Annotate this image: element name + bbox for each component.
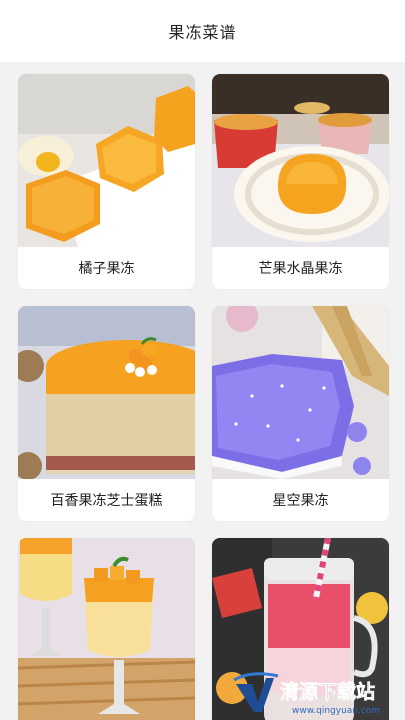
recipe-title: 星空果冻: [272, 493, 329, 509]
recipe-title: 橘子果冻: [78, 261, 135, 277]
page-title: 果冻菜谱: [168, 23, 237, 42]
recipe-card-starry-jelly[interactable]: 星空果冻: [212, 306, 389, 521]
recipe-image: [18, 306, 195, 479]
recipe-card-mango-crystal-jelly[interactable]: 芒果水晶果冻: [212, 74, 389, 289]
recipe-image: [212, 306, 389, 479]
recipe-image: [18, 538, 195, 720]
recipe-title: 百香果冻芝士蛋糕: [50, 493, 163, 509]
recipe-image: [18, 74, 195, 247]
recipe-image: [212, 74, 389, 247]
watermark-url: www.qingyuan.com: [292, 706, 380, 716]
recipe-title: 芒果水晶果冻: [258, 261, 343, 277]
site-watermark: 清源下载站 www.qingyuan.com: [232, 668, 402, 718]
recipe-grid: 橘子果冻 芒果水晶果冻 百香果冻芝士蛋糕 星空果冻: [0, 62, 405, 720]
recipe-card-orange-jelly[interactable]: 橘子果冻: [18, 74, 195, 289]
recipe-card-passionfruit-cheesecake[interactable]: 百香果冻芝士蛋糕: [18, 306, 195, 521]
recipe-card-mango-pudding[interactable]: [18, 538, 195, 720]
app-header: 果冻菜谱: [0, 0, 405, 62]
watermark-text: 清源下载站: [280, 680, 375, 703]
